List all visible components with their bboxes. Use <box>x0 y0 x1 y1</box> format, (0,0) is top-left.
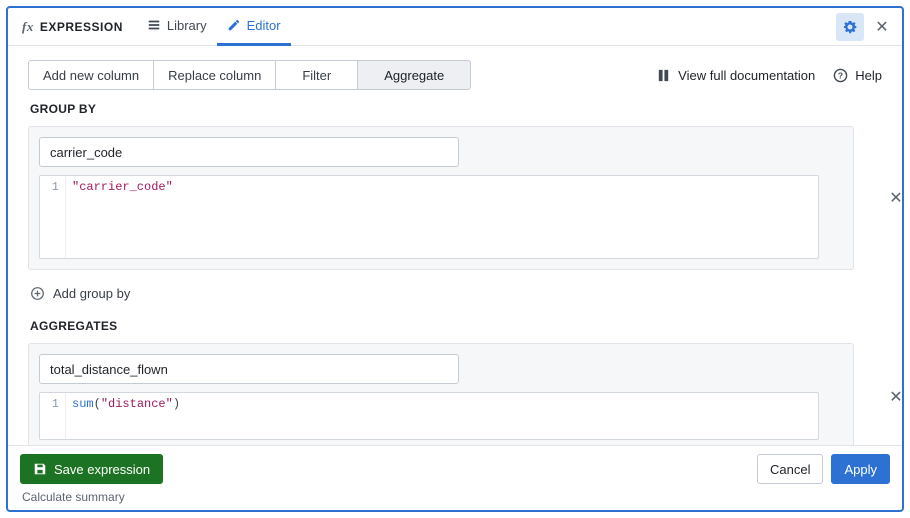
code-gutter: 1 <box>40 393 66 439</box>
panel-footer: Save expression Cancel Apply Calculate s… <box>8 445 902 510</box>
list-icon <box>147 18 161 32</box>
footer-buttons: Save expression Cancel Apply <box>20 454 890 484</box>
add-group-by-button[interactable]: Add group by <box>30 286 130 301</box>
settings-button[interactable] <box>836 13 864 41</box>
apply-button[interactable]: Apply <box>831 454 890 484</box>
view-docs-label: View full documentation <box>678 68 815 83</box>
action-toolbar: Add new column Replace column Filter Agg… <box>8 46 902 102</box>
add-column-button[interactable]: Add new column <box>28 60 154 90</box>
help-label: Help <box>855 68 882 83</box>
tab-editor-label: Editor <box>247 18 281 33</box>
footer-hint: Calculate summary <box>20 490 890 504</box>
code-content: sum("distance") <box>66 393 186 439</box>
close-icon: ✕ <box>889 389 902 406</box>
panel-body: GROUP BY 1 "carrier_code" ✕ Add group by… <box>8 102 902 445</box>
cancel-button[interactable]: Cancel <box>757 454 823 484</box>
aggregate-card: 1 sum("distance") <box>28 343 854 445</box>
gear-icon <box>842 19 858 35</box>
mode-button-group: Add new column Replace column Filter Agg… <box>28 60 471 90</box>
close-icon: ✕ <box>889 190 902 207</box>
help-link[interactable]: ? Help <box>833 68 882 83</box>
group-by-wrapper: 1 "carrier_code" ✕ <box>28 126 882 270</box>
group-by-code-editor[interactable]: 1 "carrier_code" <box>39 175 819 259</box>
close-icon: ✕ <box>875 17 888 37</box>
aggregates-heading: AGGREGATES <box>30 319 882 333</box>
save-icon <box>33 462 47 476</box>
aggregate-wrapper: 1 sum("distance") ✕ <box>28 343 882 445</box>
save-label: Save expression <box>54 462 150 477</box>
panel-header: fx EXPRESSION Library Editor ✕ <box>8 8 902 46</box>
tab-editor[interactable]: Editor <box>217 8 291 46</box>
expression-panel: fx EXPRESSION Library Editor ✕ Add new c… <box>6 6 904 512</box>
aggregate-name-input[interactable] <box>39 354 459 384</box>
aggregate-button[interactable]: Aggregate <box>357 60 471 90</box>
plus-circle-icon <box>30 286 45 301</box>
help-icon: ? <box>833 68 848 83</box>
add-group-by-label: Add group by <box>53 286 130 301</box>
filter-button[interactable]: Filter <box>275 60 358 90</box>
edit-icon <box>227 18 241 32</box>
fx-icon: fx <box>22 19 34 35</box>
tab-library-label: Library <box>167 18 207 33</box>
code-content: "carrier_code" <box>66 176 179 258</box>
svg-text:?: ? <box>838 70 843 80</box>
group-by-card: 1 "carrier_code" <box>28 126 854 270</box>
expression-title-text: EXPRESSION <box>40 20 123 34</box>
tab-library[interactable]: Library <box>137 8 217 46</box>
remove-group-by-button[interactable]: ✕ <box>886 188 902 208</box>
save-expression-button[interactable]: Save expression <box>20 454 163 484</box>
replace-column-button[interactable]: Replace column <box>153 60 276 90</box>
view-docs-link[interactable]: View full documentation <box>656 68 815 83</box>
group-by-name-input[interactable] <box>39 137 459 167</box>
expression-title: fx EXPRESSION <box>22 19 123 35</box>
docs-icon <box>656 68 671 83</box>
remove-aggregate-button[interactable]: ✕ <box>886 387 902 407</box>
group-by-heading: GROUP BY <box>30 102 882 116</box>
aggregate-code-editor[interactable]: 1 sum("distance") <box>39 392 819 440</box>
code-gutter: 1 <box>40 176 66 258</box>
close-button[interactable]: ✕ <box>870 15 894 39</box>
